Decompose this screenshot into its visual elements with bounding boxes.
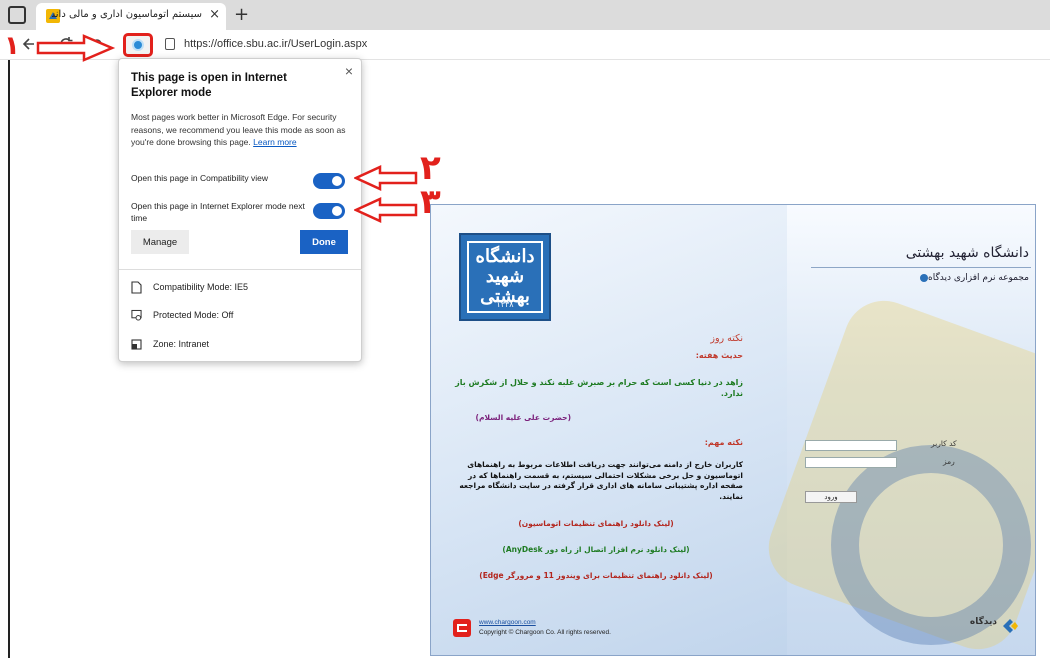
annotation-arrow-3-icon [354, 197, 418, 223]
popup-title: This page is open in Internet Explorer m… [131, 72, 287, 99]
zone-icon [131, 339, 142, 350]
password-label: رمز [943, 457, 955, 466]
logo-frame: دانشگاه شهید بهشتی ۱۳۳۸ [467, 241, 543, 313]
protected-mode-text: Protected Mode: Off [153, 310, 234, 320]
logo-text: دانشگاه شهید بهشتی [475, 246, 535, 307]
ie-next-toggle-knob [332, 206, 342, 216]
header-rule [811, 267, 1031, 268]
login-button[interactable]: ورود [805, 491, 857, 503]
popup-divider [119, 269, 361, 270]
note-label: نکته مهم: [704, 438, 743, 447]
chargoon-link[interactable]: www.chargoon.com [479, 619, 536, 626]
username-input[interactable] [805, 440, 897, 451]
popup-description-text: Most pages work better in Microsoft Edge… [131, 112, 346, 147]
ie-mode-icon [132, 39, 144, 51]
didgah-brand-text: دیدگاه [969, 617, 997, 627]
zone-text: Zone: Intranet [153, 339, 210, 349]
compat-option-label: Open this page in Compatibility view [131, 173, 269, 183]
tip-title: نکته روز [710, 333, 743, 344]
annotation-arrow-2-icon [354, 165, 418, 191]
tab-strip: سیستم اتوماسیون اداری و مالی دانشگاه × + [0, 0, 1050, 30]
hadith-text: زاهد در دنیا کسی است که حرام بر صبرش غلب… [455, 378, 743, 398]
ie-next-toggle[interactable] [313, 203, 345, 219]
tab-actions-icon[interactable] [8, 6, 26, 24]
back-icon[interactable] [22, 36, 36, 52]
tab-close-icon[interactable]: × [209, 7, 220, 22]
software-suite-text: مجموعه نرم افزاری دیدگاه [928, 273, 1029, 283]
new-tab-button[interactable]: + [234, 4, 249, 25]
logo-year: ۱۳۳۸ [496, 300, 514, 309]
popup-description: Most pages work better in Microsoft Edge… [131, 111, 349, 149]
copyright-text: Copyright © Chargoon Co. All rights rese… [479, 629, 611, 636]
info-icon[interactable] [920, 273, 929, 282]
university-name: دانشگاه شهید بهشتی [905, 245, 1029, 261]
ie-next-option-label: Open this page in Internet Explorer mode… [131, 201, 305, 223]
done-button[interactable]: Done [300, 230, 348, 254]
annotation-arrow-1-icon [36, 34, 116, 62]
chargoon-logo-icon [453, 619, 471, 637]
didgah-logo-icon [1003, 619, 1018, 633]
compat-toggle-knob [332, 176, 342, 186]
login-panel: دانشگاه شهید بهشتی ۱۳۳۸ دانشگاه شهید بهش… [430, 204, 1036, 656]
compat-toggle[interactable] [313, 173, 345, 189]
hadith-label: حدیث هفته: [695, 351, 743, 360]
protected-mode-icon [131, 309, 142, 321]
password-input[interactable] [805, 457, 897, 468]
didgah-brand: دیدگاه [949, 615, 1019, 637]
username-label: کد کاربر [931, 439, 957, 448]
ie-mode-popup: × This page is open in Internet Explorer… [118, 58, 362, 362]
page-left-border [8, 60, 10, 658]
note-text: کاربران خارج از دامنه می‌توانند جهت دریا… [459, 460, 743, 501]
link-anydesk[interactable]: (لینک دانلود نرم افزار اتصال از راه دور … [461, 545, 731, 554]
link-win11-edge-guide[interactable]: (لینک دانلود راهنمای تنظیمات برای ویندوز… [451, 571, 741, 580]
browser-tab[interactable]: سیستم اتوماسیون اداری و مالی دانشگاه × [36, 3, 226, 30]
learn-more-link[interactable]: Learn more [253, 137, 296, 147]
screenshot-root: سیستم اتوماسیون اداری و مالی دانشگاه × +… [0, 0, 1050, 658]
manage-button[interactable]: Manage [131, 230, 189, 254]
page-icon [131, 281, 142, 294]
compat-mode-text: Compatibility Mode: IE5 [153, 282, 249, 292]
link-automation-guide[interactable]: (لینک دانلود راهنمای تنظیمات اتوماسیون) [471, 519, 721, 528]
address-bar-row: https://office.sbu.ac.ir/UserLogin.aspx [0, 30, 1050, 60]
popup-close-icon[interactable]: × [345, 63, 353, 79]
tab-title: سیستم اتوماسیون اداری و مالی دانشگاه [52, 9, 202, 20]
url-text[interactable]: https://office.sbu.ac.ir/UserLogin.aspx [184, 38, 367, 50]
ie-mode-button[interactable] [123, 33, 153, 57]
software-suite-label: مجموعه نرم افزاری دیدگاه [851, 273, 1029, 283]
university-logo: دانشگاه شهید بهشتی ۱۳۳۸ [459, 233, 551, 321]
lock-icon[interactable] [165, 38, 175, 50]
hadith-source: (حضرت علی علیه السلام) [475, 413, 571, 422]
annotation-number-1: ۱ [4, 31, 20, 61]
